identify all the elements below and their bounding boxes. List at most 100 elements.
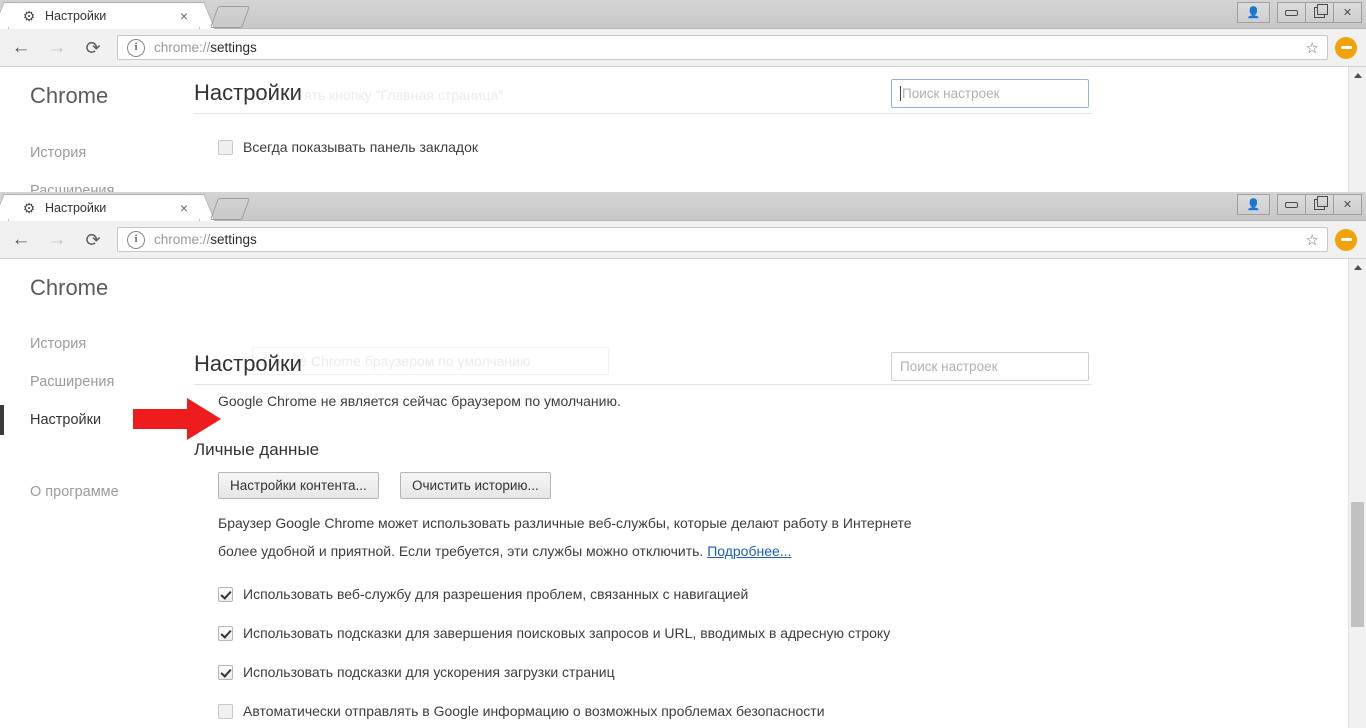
new-tab-button[interactable]: [210, 198, 250, 220]
page-title: Настройки: [194, 351, 302, 377]
search-settings-input-bottom[interactable]: Поиск настроек: [891, 352, 1089, 381]
extension-icon[interactable]: [1335, 37, 1357, 59]
brand-label: Chrome: [0, 83, 194, 109]
forward-icon: →: [42, 225, 72, 255]
divider: [194, 113, 1092, 114]
ghost-overlay-text: ять кнопку "Главная страница": [304, 87, 503, 103]
person-icon[interactable]: 👤: [1237, 2, 1270, 23]
paragraph-text: более удобной и приятной. Если требуется…: [218, 543, 707, 559]
checkbox[interactable]: [218, 140, 233, 155]
settings-page-top: Chrome История Расширения ять кнопку "Гл…: [0, 67, 1366, 194]
text-caret: [900, 86, 901, 101]
sidebar-item-extensions[interactable]: Расширения: [0, 363, 194, 401]
search-placeholder: Поиск настроек: [900, 359, 998, 374]
close-icon[interactable]: ×: [175, 7, 193, 25]
brand-label: Chrome: [0, 275, 194, 301]
extension-icon[interactable]: [1335, 229, 1357, 251]
reload-icon[interactable]: ⟳: [78, 225, 108, 255]
sidebar-bottom: Chrome История Расширения Настройки О пр…: [0, 259, 194, 511]
web-services-paragraph-line2: более удобной и приятной. Если требуется…: [218, 537, 791, 565]
url-path: settings: [210, 232, 257, 247]
url-prefix: chrome://: [154, 232, 210, 247]
checkbox-label: Использовать веб-службу для разрешения п…: [243, 586, 748, 602]
tab-settings-top[interactable]: ⚙ Настройки ×: [8, 2, 200, 29]
settings-page-bottom: Chrome История Расширения Настройки О пр…: [0, 259, 1366, 728]
restore-icon[interactable]: [1305, 2, 1334, 23]
checkbox-row-navigation-errors[interactable]: Использовать веб-службу для разрешения п…: [218, 586, 748, 602]
search-settings-input-top[interactable]: Поиск настроек: [891, 79, 1089, 108]
titlebar-bottom: ⚙ Настройки × 👤 ✕: [0, 192, 1366, 221]
checkbox-label: Автоматически отправлять в Google информ…: [243, 703, 825, 719]
back-icon[interactable]: ←: [6, 225, 36, 255]
minimize-icon[interactable]: [1277, 2, 1306, 23]
ghost-default-browser-button: [252, 347, 609, 375]
sidebar-item-about[interactable]: О программе: [0, 473, 194, 511]
checkbox[interactable]: [218, 626, 233, 641]
scroll-up-arrow-icon[interactable]: [1349, 259, 1366, 276]
sidebar-item-history[interactable]: История: [0, 325, 194, 363]
checkbox[interactable]: [218, 665, 233, 680]
checkbox-row-search-suggestions[interactable]: Использовать подсказки для завершения по…: [218, 625, 890, 641]
url-path: settings: [210, 40, 257, 55]
checkbox-label: Использовать подсказки для ускорения заг…: [243, 664, 615, 680]
web-services-paragraph-line1: Браузер Google Chrome может использовать…: [218, 509, 912, 537]
minimize-icon[interactable]: [1277, 194, 1306, 215]
sidebar-top: Chrome История Расширения: [0, 67, 194, 194]
arrow-shaft: [133, 409, 191, 429]
red-annotation-arrow: [133, 398, 225, 440]
screen: ⚙ Настройки × 👤 ✕ ← → ⟳ i chrome://setti…: [0, 0, 1366, 728]
divider: [194, 384, 1092, 385]
search-placeholder: Поиск настроек: [902, 86, 1000, 101]
close-icon[interactable]: ×: [175, 199, 193, 217]
arrow-head: [187, 398, 221, 440]
restore-icon[interactable]: [1305, 194, 1334, 215]
toolbar-top: ← → ⟳ i chrome://settings ☆: [0, 29, 1366, 67]
window-controls-top: 👤 ✕: [1238, 2, 1362, 23]
bookmark-star-icon[interactable]: ☆: [1306, 231, 1319, 249]
new-tab-button[interactable]: [210, 6, 250, 28]
browser-window-top: ⚙ Настройки × 👤 ✕ ← → ⟳ i chrome://setti…: [0, 0, 1366, 192]
forward-icon: →: [42, 33, 72, 63]
person-icon[interactable]: 👤: [1237, 194, 1270, 215]
page-title: Настройки: [194, 80, 302, 106]
checkbox-row-bookmarks-bar[interactable]: Всегда показывать панель закладок: [218, 139, 478, 155]
sidebar-item-extensions[interactable]: Расширения: [0, 172, 194, 194]
checkbox-row-prefetch[interactable]: Использовать подсказки для ускорения заг…: [218, 664, 615, 680]
clear-history-button[interactable]: Очистить историю...: [400, 472, 551, 499]
default-browser-status: Google Chrome не является сейчас браузер…: [218, 393, 621, 409]
close-icon[interactable]: ✕: [1333, 194, 1362, 215]
tab-settings-bottom[interactable]: ⚙ Настройки ×: [8, 194, 200, 221]
gear-icon: ⚙: [21, 200, 37, 216]
checkbox[interactable]: [218, 704, 233, 719]
browser-window-bottom: ⚙ Настройки × 👤 ✕ ← → ⟳ i chrome://setti…: [0, 192, 1366, 728]
address-bar[interactable]: i chrome://settings ☆: [117, 35, 1328, 60]
address-bar-url: chrome://settings: [154, 232, 257, 247]
scrollbar-bottom[interactable]: [1348, 259, 1366, 728]
tab-title: Настройки: [45, 201, 175, 215]
gear-icon: ⚙: [21, 8, 37, 24]
tab-title: Настройки: [45, 9, 175, 23]
reload-icon[interactable]: ⟳: [78, 33, 108, 63]
sidebar-item-history[interactable]: История: [0, 134, 194, 172]
titlebar-top: ⚙ Настройки × 👤 ✕: [0, 0, 1366, 29]
checkbox-row-security-reports[interactable]: Автоматически отправлять в Google информ…: [218, 703, 825, 719]
section-heading-personal-data: Личные данные: [194, 440, 319, 460]
info-icon[interactable]: i: [127, 39, 145, 57]
address-bar[interactable]: i chrome://settings ☆: [117, 227, 1328, 252]
toolbar-bottom: ← → ⟳ i chrome://settings ☆: [0, 221, 1366, 259]
scrollbar-thumb[interactable]: [1351, 502, 1364, 627]
back-icon[interactable]: ←: [6, 33, 36, 63]
checkbox-label: Всегда показывать панель закладок: [243, 139, 478, 155]
close-icon[interactable]: ✕: [1333, 2, 1362, 23]
checkbox-label: Использовать подсказки для завершения по…: [243, 625, 890, 641]
scroll-up-arrow-icon[interactable]: [1349, 67, 1366, 84]
info-icon[interactable]: i: [127, 231, 145, 249]
learn-more-link[interactable]: Подробнее...: [707, 543, 791, 559]
scrollbar-top[interactable]: [1348, 67, 1366, 194]
url-prefix: chrome://: [154, 40, 210, 55]
window-controls-bottom: 👤 ✕: [1238, 194, 1362, 215]
bookmark-star-icon[interactable]: ☆: [1306, 39, 1319, 57]
content-settings-button[interactable]: Настройки контента...: [218, 472, 379, 499]
address-bar-url: chrome://settings: [154, 40, 257, 55]
checkbox[interactable]: [218, 587, 233, 602]
